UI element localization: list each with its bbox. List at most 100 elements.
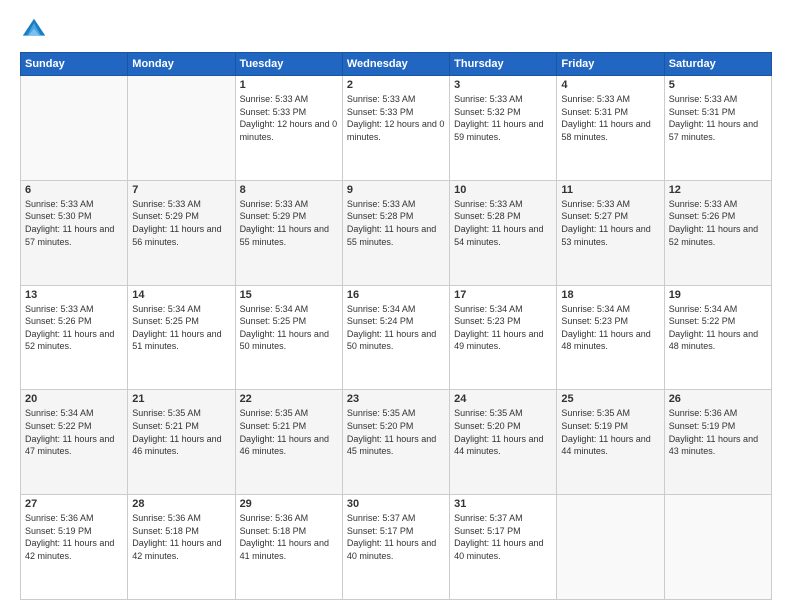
- day-info: Sunrise: 5:33 AMSunset: 5:29 PMDaylight:…: [240, 198, 338, 248]
- day-cell: 17Sunrise: 5:34 AMSunset: 5:23 PMDayligh…: [450, 285, 557, 390]
- weekday-thursday: Thursday: [450, 53, 557, 76]
- logo-icon: [20, 16, 48, 44]
- day-cell: 24 Sunrise: 5:35 AMSunset: 5:20 PMDayligh…: [450, 390, 557, 495]
- weekday-tuesday: Tuesday: [235, 53, 342, 76]
- day-cell: 2Sunrise: 5:33 AMSunset: 5:33 PMDaylight…: [342, 76, 449, 181]
- day-info: Sunrise: 5:34 AMSunset: 5:22 PMDaylight:…: [669, 303, 767, 353]
- day-info: Sunrise: 5:34 AMSunset: 5:22 PMDaylight:…: [25, 407, 123, 457]
- day-number: 24: [454, 393, 552, 405]
- day-info: Sunrise: 5:33 AMSunset: 5:30 PMDaylight:…: [25, 198, 123, 248]
- day-info: Sunrise: 5:33 AMSunset: 5:32 PMDaylight:…: [454, 93, 552, 143]
- day-info: Sunrise: 5:33 AMSunset: 5:33 PMDaylight:…: [240, 93, 338, 143]
- day-number: 22: [240, 393, 338, 405]
- day-info: Sunrise: 5:33 AMSunset: 5:28 PMDaylight:…: [454, 198, 552, 248]
- day-number: 17: [454, 289, 552, 301]
- day-cell: 22 Sunrise: 5:35 AMSunset: 5:21 PMDayligh…: [235, 390, 342, 495]
- day-info: Sunrise: 5:35 AMSunset: 5:21 PMDaylight:…: [240, 407, 338, 457]
- day-cell: 31Sunrise: 5:37 AMSunset: 5:17 PMDayligh…: [450, 495, 557, 600]
- page: SundayMondayTuesdayWednesdayThursdayFrid…: [0, 0, 792, 612]
- day-number: 10: [454, 184, 552, 196]
- day-info: Sunrise: 5:33 AMSunset: 5:26 PMDaylight:…: [669, 198, 767, 248]
- day-number: 7: [132, 184, 230, 196]
- day-cell: 5Sunrise: 5:33 AMSunset: 5:31 PMDaylight…: [664, 76, 771, 181]
- day-number: 21: [132, 393, 230, 405]
- day-cell: [557, 495, 664, 600]
- weekday-saturday: Saturday: [664, 53, 771, 76]
- weekday-wednesday: Wednesday: [342, 53, 449, 76]
- week-row-1: 1Sunrise: 5:33 AMSunset: 5:33 PMDaylight…: [21, 76, 772, 181]
- day-info: Sunrise: 5:37 AMSunset: 5:17 PMDaylight:…: [347, 512, 445, 562]
- day-number: 31: [454, 498, 552, 510]
- day-number: 12: [669, 184, 767, 196]
- day-number: 29: [240, 498, 338, 510]
- day-number: 26: [669, 393, 767, 405]
- day-cell: 21 Sunrise: 5:35 AMSunset: 5:21 PMDayligh…: [128, 390, 235, 495]
- day-info: Sunrise: 5:36 AMSunset: 5:19 PMDaylight:…: [669, 407, 767, 457]
- day-info: Sunrise: 5:33 AMSunset: 5:31 PMDaylight:…: [561, 93, 659, 143]
- day-info: Sunrise: 5:34 AMSunset: 5:24 PMDaylight:…: [347, 303, 445, 353]
- day-number: 4: [561, 79, 659, 91]
- day-info: Sunrise: 5:35 AMSunset: 5:20 PMDaylight:…: [454, 407, 552, 457]
- day-number: 11: [561, 184, 659, 196]
- weekday-monday: Monday: [128, 53, 235, 76]
- day-info: Sunrise: 5:35 AMSunset: 5:20 PMDaylight:…: [347, 407, 445, 457]
- day-number: 5: [669, 79, 767, 91]
- weekday-header-row: SundayMondayTuesdayWednesdayThursdayFrid…: [21, 53, 772, 76]
- day-cell: 3Sunrise: 5:33 AMSunset: 5:32 PMDaylight…: [450, 76, 557, 181]
- day-cell: 29 Sunrise: 5:36 AMSunset: 5:18 PMDayligh…: [235, 495, 342, 600]
- day-number: 16: [347, 289, 445, 301]
- day-info: Sunrise: 5:36 AMSunset: 5:18 PMDaylight:…: [240, 512, 338, 562]
- day-cell: 15 Sunrise: 5:34 AMSunset: 5:25 PMDayligh…: [235, 285, 342, 390]
- day-info: Sunrise: 5:36 AMSunset: 5:18 PMDaylight:…: [132, 512, 230, 562]
- day-info: Sunrise: 5:36 AMSunset: 5:19 PMDaylight:…: [25, 512, 123, 562]
- day-cell: 13 Sunrise: 5:33 AMSunset: 5:26 PMDayligh…: [21, 285, 128, 390]
- day-info: Sunrise: 5:33 AMSunset: 5:26 PMDaylight:…: [25, 303, 123, 353]
- day-number: 28: [132, 498, 230, 510]
- day-cell: 23 Sunrise: 5:35 AMSunset: 5:20 PMDayligh…: [342, 390, 449, 495]
- day-number: 25: [561, 393, 659, 405]
- day-cell: 12 Sunrise: 5:33 AMSunset: 5:26 PMDayligh…: [664, 180, 771, 285]
- day-info: Sunrise: 5:34 AMSunset: 5:25 PMDaylight:…: [240, 303, 338, 353]
- day-cell: 20Sunrise: 5:34 AMSunset: 5:22 PMDayligh…: [21, 390, 128, 495]
- day-cell: 19 Sunrise: 5:34 AMSunset: 5:22 PMDayligh…: [664, 285, 771, 390]
- week-row-3: 13 Sunrise: 5:33 AMSunset: 5:26 PMDayligh…: [21, 285, 772, 390]
- day-number: 18: [561, 289, 659, 301]
- weekday-friday: Friday: [557, 53, 664, 76]
- day-number: 15: [240, 289, 338, 301]
- day-number: 9: [347, 184, 445, 196]
- day-cell: 28 Sunrise: 5:36 AMSunset: 5:18 PMDayligh…: [128, 495, 235, 600]
- day-cell: 14Sunrise: 5:34 AMSunset: 5:25 PMDayligh…: [128, 285, 235, 390]
- week-row-2: 6 Sunrise: 5:33 AMSunset: 5:30 PMDaylight…: [21, 180, 772, 285]
- day-cell: 9 Sunrise: 5:33 AMSunset: 5:28 PMDaylight…: [342, 180, 449, 285]
- day-info: Sunrise: 5:33 AMSunset: 5:29 PMDaylight:…: [132, 198, 230, 248]
- day-info: Sunrise: 5:33 AMSunset: 5:27 PMDaylight:…: [561, 198, 659, 248]
- day-info: Sunrise: 5:35 AMSunset: 5:21 PMDaylight:…: [132, 407, 230, 457]
- day-number: 14: [132, 289, 230, 301]
- day-info: Sunrise: 5:33 AMSunset: 5:33 PMDaylight:…: [347, 93, 445, 143]
- day-cell: 4 Sunrise: 5:33 AMSunset: 5:31 PMDaylight…: [557, 76, 664, 181]
- day-info: Sunrise: 5:34 AMSunset: 5:23 PMDaylight:…: [561, 303, 659, 353]
- day-cell: 25 Sunrise: 5:35 AMSunset: 5:19 PMDayligh…: [557, 390, 664, 495]
- day-cell: 1Sunrise: 5:33 AMSunset: 5:33 PMDaylight…: [235, 76, 342, 181]
- day-number: 19: [669, 289, 767, 301]
- day-cell: 27 Sunrise: 5:36 AMSunset: 5:19 PMDayligh…: [21, 495, 128, 600]
- day-cell: [128, 76, 235, 181]
- day-info: Sunrise: 5:35 AMSunset: 5:19 PMDaylight:…: [561, 407, 659, 457]
- day-number: 6: [25, 184, 123, 196]
- day-cell: 18 Sunrise: 5:34 AMSunset: 5:23 PMDayligh…: [557, 285, 664, 390]
- weekday-sunday: Sunday: [21, 53, 128, 76]
- day-cell: [21, 76, 128, 181]
- day-number: 23: [347, 393, 445, 405]
- day-cell: 10 Sunrise: 5:33 AMSunset: 5:28 PMDayligh…: [450, 180, 557, 285]
- day-cell: 7 Sunrise: 5:33 AMSunset: 5:29 PMDaylight…: [128, 180, 235, 285]
- day-cell: 6 Sunrise: 5:33 AMSunset: 5:30 PMDaylight…: [21, 180, 128, 285]
- day-cell: 8Sunrise: 5:33 AMSunset: 5:29 PMDaylight…: [235, 180, 342, 285]
- logo: [20, 16, 52, 44]
- week-row-5: 27 Sunrise: 5:36 AMSunset: 5:19 PMDayligh…: [21, 495, 772, 600]
- day-number: 27: [25, 498, 123, 510]
- day-cell: 26 Sunrise: 5:36 AMSunset: 5:19 PMDayligh…: [664, 390, 771, 495]
- day-cell: 16 Sunrise: 5:34 AMSunset: 5:24 PMDayligh…: [342, 285, 449, 390]
- day-number: 13: [25, 289, 123, 301]
- day-info: Sunrise: 5:33 AMSunset: 5:28 PMDaylight:…: [347, 198, 445, 248]
- day-cell: [664, 495, 771, 600]
